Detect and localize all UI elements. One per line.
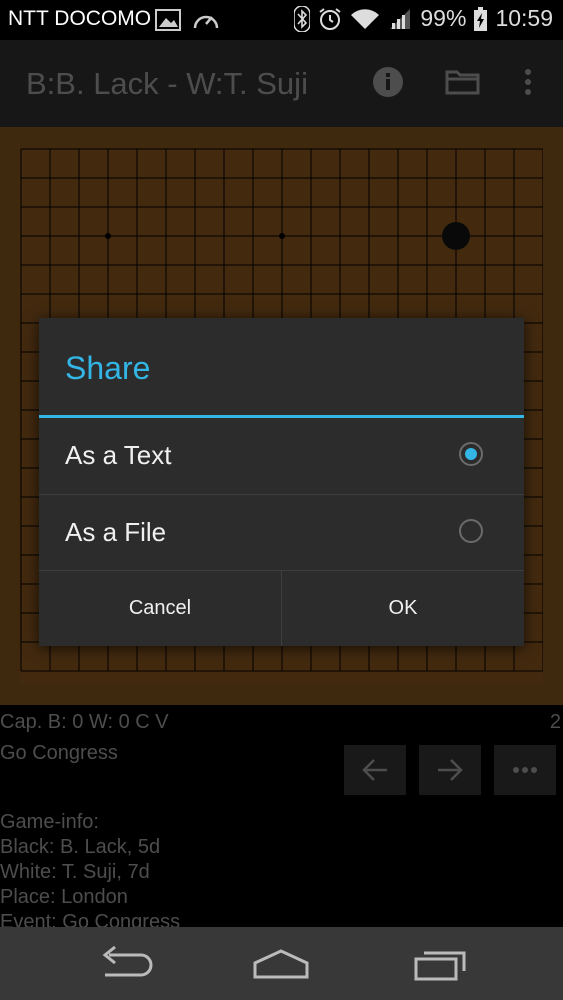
share-dialog: Share As a Text As a File Cancel OK: [39, 318, 524, 646]
ok-button[interactable]: OK: [282, 571, 524, 646]
dialog-title: Share: [65, 350, 151, 386]
option-as-file[interactable]: As a File: [39, 495, 524, 570]
radio-button-checked[interactable]: [459, 442, 483, 466]
alarm-icon: [319, 7, 341, 30]
option-label: As a Text: [65, 440, 172, 470]
carrier-name: NTT DOCOMO: [8, 7, 152, 30]
option-label: As a File: [65, 517, 167, 547]
wifi-icon: [351, 8, 380, 29]
home-icon[interactable]: [251, 945, 311, 985]
back-icon[interactable]: [95, 945, 155, 985]
bluetooth-icon: [294, 5, 311, 32]
recent-apps-icon[interactable]: [410, 945, 470, 985]
system-nav-bar: [0, 927, 563, 1000]
battery-percent: 99%: [420, 5, 467, 31]
radio-button-unchecked[interactable]: [459, 519, 483, 543]
signal-icon: [390, 8, 411, 29]
speedometer-notification-icon: [193, 15, 219, 29]
gallery-notification-icon: [155, 9, 181, 31]
clock: 10:59: [495, 5, 553, 31]
battery-charging-icon: [474, 6, 488, 31]
status-right: 99% 10:59: [294, 5, 553, 32]
option-as-text[interactable]: As a Text: [39, 418, 524, 493]
status-bar: NTT DOCOMO 99% 10:59: [0, 0, 563, 40]
cancel-button[interactable]: Cancel: [39, 571, 281, 646]
